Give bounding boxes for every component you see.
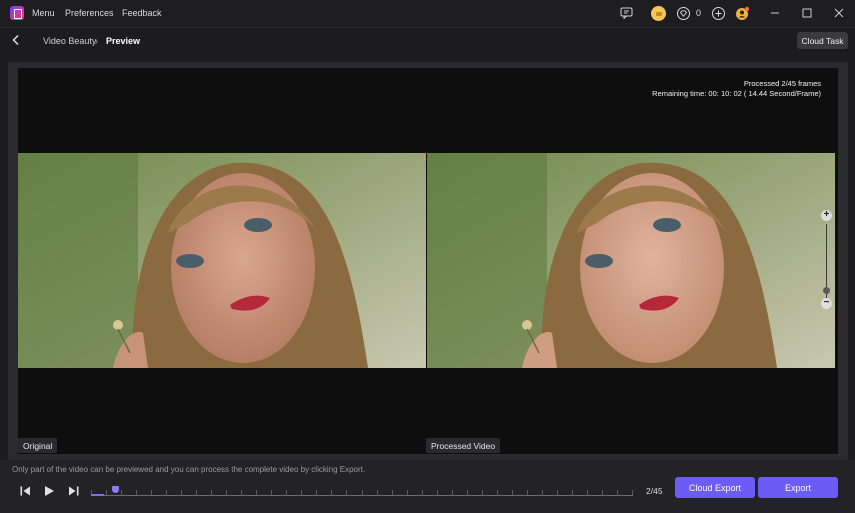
- zoom-slider-handle[interactable]: [823, 287, 830, 294]
- frame-counter: 2/45: [646, 486, 663, 496]
- timeline-tick: [617, 490, 618, 495]
- close-icon[interactable]: [832, 6, 846, 20]
- breadcrumb-separator: ›: [95, 36, 98, 46]
- preview-hint: Only part of the video can be previewed …: [12, 465, 366, 474]
- preferences-button[interactable]: Preferences: [65, 8, 114, 18]
- playback-bar: Only part of the video can be previewed …: [0, 460, 855, 513]
- timeline-tick: [226, 490, 227, 495]
- zoom-control: + −: [821, 210, 833, 310]
- title-bar: Menu Preferences Feedback 0: [0, 0, 855, 27]
- timeline-tick: [211, 490, 212, 495]
- previous-frame-icon[interactable]: [18, 484, 32, 498]
- timeline-tick: [136, 490, 137, 495]
- remaining-time-text: Remaining time: 00: 10: 02 ( 14.44 Secon…: [652, 89, 821, 98]
- play-icon[interactable]: [42, 484, 56, 498]
- timeline-tick: [467, 490, 468, 495]
- app-logo-icon: [10, 6, 24, 20]
- timeline-tick: [527, 490, 528, 495]
- timeline-tick: [331, 490, 332, 495]
- timeline-tick: [301, 490, 302, 495]
- gem-icon: [676, 6, 690, 20]
- gem-count: 0: [696, 8, 702, 18]
- timeline-tick: [452, 490, 453, 495]
- timeline-tick: [286, 490, 287, 495]
- timeline-tick: [377, 490, 378, 495]
- timeline-tick: [557, 490, 558, 495]
- timeline-tick: [241, 490, 242, 495]
- export-button[interactable]: Export: [758, 477, 838, 498]
- menu-button[interactable]: Menu: [32, 8, 55, 18]
- processing-stats: Processed 2/45 frames Remaining time: 00…: [652, 79, 821, 99]
- timeline-tick: [407, 490, 408, 495]
- processed-video-frame: [427, 153, 835, 368]
- timeline-tick: [602, 490, 603, 495]
- timeline-tick: [587, 490, 588, 495]
- processed-video-label: Processed Video: [426, 438, 501, 453]
- timeline-tick: [512, 490, 513, 495]
- zoom-out-icon[interactable]: −: [821, 298, 832, 309]
- back-arrow-icon[interactable]: [10, 34, 22, 46]
- cloud-task-button[interactable]: Cloud Task: [797, 32, 848, 49]
- timeline-tick: [422, 490, 423, 495]
- plus-circle-icon[interactable]: [711, 6, 725, 20]
- original-video-frame: [18, 153, 426, 368]
- zoom-in-icon[interactable]: +: [821, 210, 832, 221]
- timeline-tick: [316, 490, 317, 495]
- timeline-tick: [572, 490, 573, 495]
- breadcrumb-parent[interactable]: Video Beauty: [43, 36, 96, 46]
- timeline-tick: [196, 490, 197, 495]
- timeline-tick: [437, 490, 438, 495]
- timeline-tick: [121, 490, 122, 495]
- original-label: Original: [18, 438, 58, 453]
- minimize-icon[interactable]: [768, 6, 782, 20]
- timeline-tick: [497, 490, 498, 495]
- timeline-tick: [392, 490, 393, 495]
- timeline-tick: [106, 490, 107, 495]
- timeline-tick: [346, 490, 347, 495]
- next-frame-icon[interactable]: [66, 484, 80, 498]
- chat-icon[interactable]: [619, 6, 633, 20]
- timeline-tick: [181, 490, 182, 495]
- coin-icon[interactable]: [651, 6, 666, 21]
- timeline-tick: [362, 490, 363, 495]
- timeline-tick: [271, 490, 272, 495]
- processed-frames-text: Processed 2/45 frames: [743, 79, 821, 88]
- navigation-bar: Video Beauty › Preview Cloud Task: [0, 27, 855, 52]
- breadcrumb-current: Preview: [106, 36, 141, 46]
- timeline-tick: [151, 490, 152, 495]
- preview-stage: Processed 2/45 frames Remaining time: 00…: [18, 68, 838, 454]
- timeline-tick: [542, 490, 543, 495]
- timeline-tick: [482, 490, 483, 495]
- timeline-tick: [632, 490, 633, 495]
- feedback-button[interactable]: Feedback: [122, 8, 162, 18]
- cloud-export-button[interactable]: Cloud Export: [675, 477, 755, 498]
- timeline-progress: [91, 494, 104, 496]
- maximize-icon[interactable]: [800, 6, 814, 20]
- timeline-tick: [166, 490, 167, 495]
- timeline-track: [91, 495, 633, 496]
- user-badge-icon[interactable]: [735, 6, 750, 21]
- timeline-scrubber[interactable]: [91, 486, 633, 500]
- timeline-playhead[interactable]: [112, 486, 119, 493]
- timeline-tick: [256, 490, 257, 495]
